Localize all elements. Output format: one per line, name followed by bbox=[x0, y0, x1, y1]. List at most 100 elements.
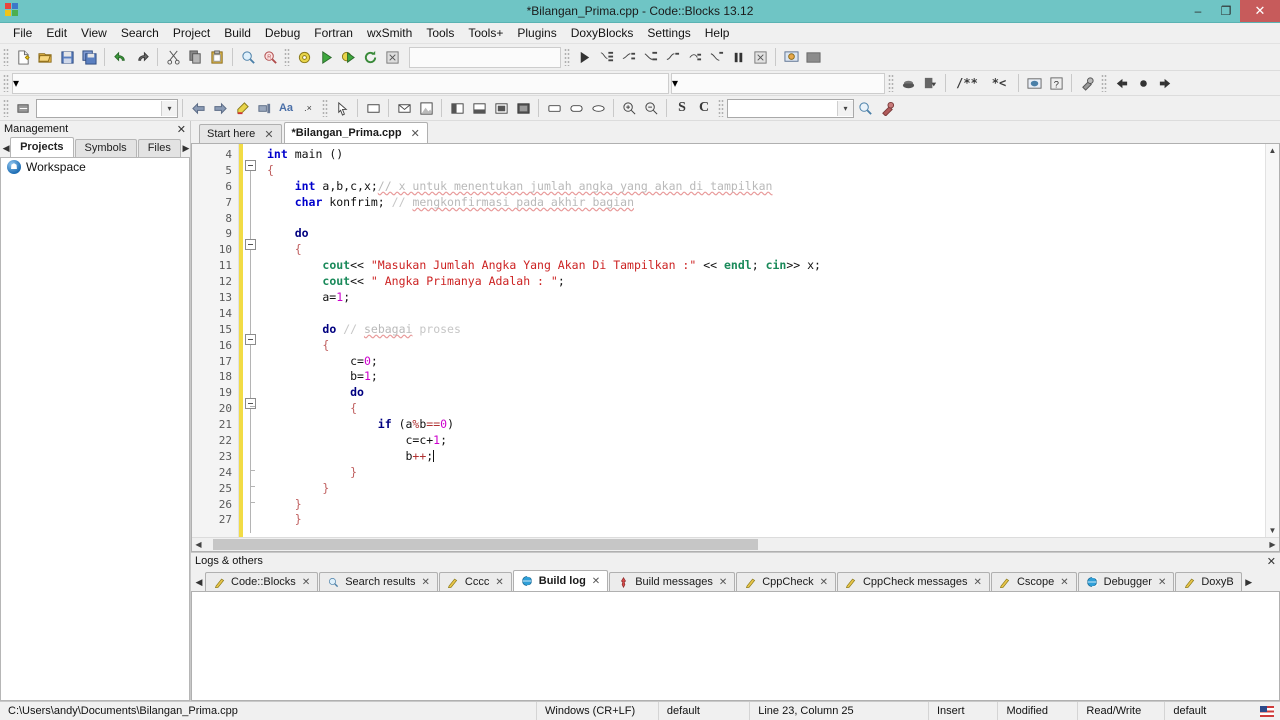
find-icon[interactable] bbox=[237, 46, 259, 68]
panel-icon[interactable] bbox=[362, 97, 384, 119]
editor-vertical-scrollbar[interactable]: ▲ ▼ bbox=[1265, 144, 1279, 537]
chevron-down-icon[interactable]: ▾ bbox=[837, 100, 853, 116]
scroll-left-icon[interactable]: ◀ bbox=[192, 540, 205, 549]
close-icon[interactable]: ✕ bbox=[719, 577, 727, 588]
menu-project[interactable]: Project bbox=[166, 23, 217, 43]
run-html-icon[interactable] bbox=[1023, 72, 1045, 94]
layout-full-icon[interactable] bbox=[512, 97, 534, 119]
open-file-icon[interactable] bbox=[34, 46, 56, 68]
symbols-c-icon[interactable]: C bbox=[693, 97, 715, 119]
wrench-icon[interactable] bbox=[876, 97, 898, 119]
save-all-icon[interactable] bbox=[78, 46, 100, 68]
scroll-right-icon[interactable]: ▶ bbox=[1266, 540, 1279, 549]
new-file-icon[interactable] bbox=[12, 46, 34, 68]
log-tab-cccc[interactable]: Cccc ✕ bbox=[438, 572, 512, 591]
build-icon[interactable] bbox=[293, 46, 315, 68]
next-line-icon[interactable] bbox=[617, 46, 639, 68]
toolbar-grip[interactable] bbox=[888, 74, 894, 92]
close-icon[interactable]: ✕ bbox=[411, 127, 420, 140]
ellipse-box-icon[interactable] bbox=[587, 97, 609, 119]
close-icon[interactable]: ✕ bbox=[1158, 577, 1166, 588]
build-and-run-icon[interactable] bbox=[337, 46, 359, 68]
pause-icon[interactable] bbox=[727, 46, 749, 68]
step-into-icon[interactable] bbox=[595, 46, 617, 68]
layout-left-icon[interactable] bbox=[446, 97, 468, 119]
font-icon[interactable]: Aa bbox=[275, 97, 297, 119]
menu-view[interactable]: View bbox=[74, 23, 114, 43]
close-icon[interactable]: ✕ bbox=[974, 577, 982, 588]
image-icon[interactable] bbox=[415, 97, 437, 119]
find-symbol-combo[interactable]: ▾ bbox=[727, 98, 854, 118]
toolbar-grip[interactable] bbox=[284, 48, 290, 66]
stop-debugger-icon[interactable] bbox=[749, 46, 771, 68]
toolbar-grip[interactable] bbox=[564, 48, 570, 66]
menu-tools[interactable]: Tools bbox=[419, 23, 461, 43]
goto-declaration-icon[interactable] bbox=[12, 97, 34, 119]
fold-margin[interactable] bbox=[243, 144, 259, 537]
menu-settings[interactable]: Settings bbox=[640, 23, 697, 43]
zoom-out-icon[interactable] bbox=[640, 97, 662, 119]
editor-tab-start-here[interactable]: Start here ✕ bbox=[199, 124, 282, 143]
close-button[interactable]: ✕ bbox=[1240, 0, 1280, 22]
toolbar-grip[interactable] bbox=[3, 48, 9, 66]
fold-toggle[interactable] bbox=[245, 239, 256, 250]
close-icon[interactable]: ✕ bbox=[422, 577, 430, 588]
toolbar-grip[interactable] bbox=[718, 99, 724, 117]
log-tab-build-messages[interactable]: Build messages ✕ bbox=[609, 572, 736, 591]
code-text[interactable]: int main () { int a,b,c,x;// x untuk men… bbox=[259, 144, 1265, 537]
project-tree[interactable]: ☗ Workspace bbox=[0, 157, 190, 701]
fold-toggle[interactable] bbox=[245, 160, 256, 171]
close-icon[interactable]: ✕ bbox=[820, 577, 828, 588]
menu-debug[interactable]: Debug bbox=[258, 23, 307, 43]
comment-block-icon[interactable]: /** bbox=[950, 72, 984, 94]
menu-build[interactable]: Build bbox=[217, 23, 258, 43]
layout-bottom-icon[interactable] bbox=[468, 97, 490, 119]
tabs-next-icon[interactable]: ▶ bbox=[182, 139, 190, 157]
run-to-cursor-icon[interactable] bbox=[705, 46, 727, 68]
forward-icon[interactable] bbox=[1154, 72, 1176, 94]
fold-toggle[interactable] bbox=[245, 334, 256, 345]
log-tab-cscope[interactable]: Cscope ✕ bbox=[990, 572, 1077, 591]
menu-plugins[interactable]: Plugins bbox=[510, 23, 563, 43]
chevron-down-icon[interactable]: ▾ bbox=[672, 76, 678, 90]
tab-symbols[interactable]: Symbols bbox=[74, 139, 137, 157]
highlight-icon[interactable] bbox=[231, 97, 253, 119]
menu-file[interactable]: File bbox=[6, 23, 39, 43]
step-out-icon[interactable] bbox=[639, 46, 661, 68]
toolbar-grip[interactable] bbox=[3, 74, 9, 92]
symbols-s-icon[interactable]: S bbox=[671, 97, 693, 119]
fold-toggle[interactable] bbox=[245, 398, 256, 409]
editor-tab-bilangan-prima[interactable]: *Bilangan_Prima.cpp ✕ bbox=[283, 122, 428, 143]
forward-arrow-icon[interactable] bbox=[209, 97, 231, 119]
menu-help[interactable]: Help bbox=[698, 23, 737, 43]
log-output-area[interactable] bbox=[191, 591, 1280, 701]
redo-icon[interactable] bbox=[131, 46, 153, 68]
paste-icon[interactable] bbox=[206, 46, 228, 68]
compiler-select-combo[interactable]: ▾ bbox=[12, 72, 669, 94]
layout-center-icon[interactable] bbox=[490, 97, 512, 119]
run-help-icon[interactable]: ? bbox=[1045, 72, 1067, 94]
undo-icon[interactable] bbox=[109, 46, 131, 68]
small-x-icon[interactable]: .× bbox=[297, 97, 319, 119]
close-icon[interactable]: ✕ bbox=[264, 128, 273, 141]
log-tab-search-results[interactable]: Search results ✕ bbox=[319, 572, 438, 591]
toolbar-grip[interactable] bbox=[322, 99, 328, 117]
log-tab-build-log[interactable]: Build log ✕ bbox=[512, 570, 609, 591]
log-tab-cppcheck[interactable]: CppCheck ✕ bbox=[736, 572, 836, 591]
back-icon[interactable] bbox=[1110, 72, 1132, 94]
align-icon[interactable] bbox=[253, 97, 275, 119]
menu-edit[interactable]: Edit bbox=[39, 23, 74, 43]
horizontal-scroll-track[interactable] bbox=[205, 539, 1266, 550]
maximize-button[interactable]: ❐ bbox=[1212, 0, 1240, 22]
next-instruction-icon[interactable] bbox=[683, 46, 705, 68]
logs-tabs-prev-icon[interactable]: ◀ bbox=[193, 573, 205, 591]
copy-icon[interactable] bbox=[184, 46, 206, 68]
search-symbol-icon[interactable] bbox=[854, 97, 876, 119]
editor-horizontal-scrollbar[interactable]: ◀ ▶ bbox=[192, 537, 1279, 551]
log-tab-doxyblocks[interactable]: DoxyB bbox=[1175, 572, 1242, 591]
tab-projects[interactable]: Projects bbox=[10, 137, 74, 157]
chevron-down-icon[interactable]: ▾ bbox=[161, 100, 177, 116]
log-tab-cppcheck-messages[interactable]: CppCheck messages ✕ bbox=[836, 572, 990, 591]
tab-files[interactable]: Files bbox=[137, 139, 181, 157]
scroll-up-icon[interactable]: ▲ bbox=[1269, 144, 1277, 157]
